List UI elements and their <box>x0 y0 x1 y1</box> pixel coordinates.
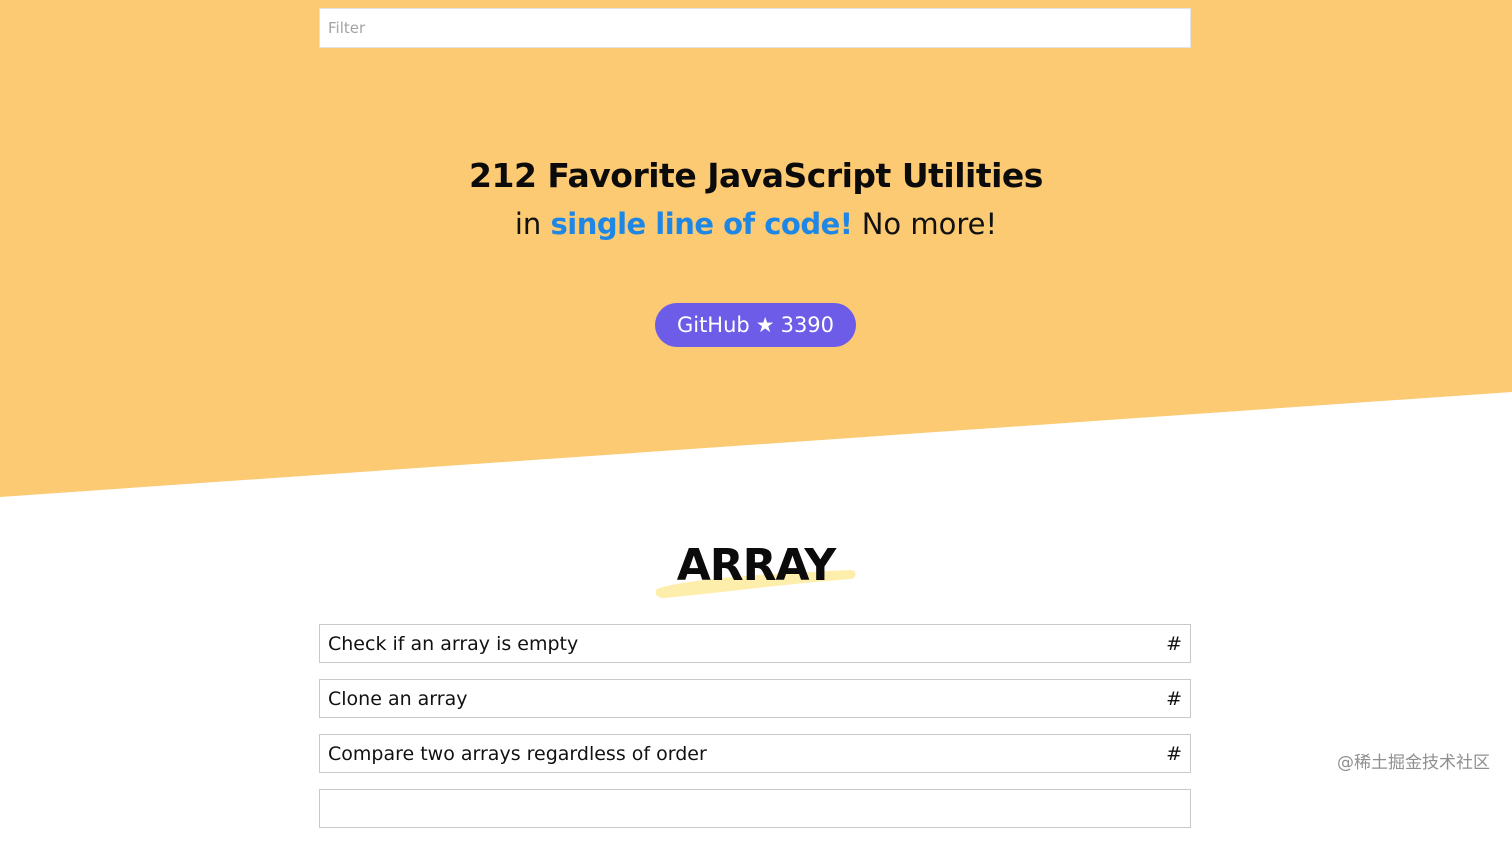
subtitle-highlight: single line of code! <box>550 207 854 241</box>
list-item[interactable]: Compare two arrays regardless of order # <box>319 734 1191 773</box>
filter-input[interactable] <box>319 8 1191 48</box>
github-star-button[interactable]: GitHub ★ 3390 <box>655 303 856 347</box>
star-count: 3390 <box>780 313 835 337</box>
page-title: 212 Favorite JavaScript Utilities <box>469 156 1043 195</box>
subtitle-suffix: No more! <box>852 207 998 241</box>
anchor-link[interactable]: # <box>1166 743 1182 765</box>
subtitle-prefix: in <box>514 207 551 241</box>
list-item-title: Check if an array is empty <box>328 632 579 655</box>
hero-subtitle: in single line of code! No more! <box>0 203 1512 245</box>
utility-list: Check if an array is empty # Clone an ar… <box>319 624 1191 844</box>
list-item[interactable] <box>319 789 1191 828</box>
page-content: 212 Favorite JavaScript Utilities in sin… <box>0 0 1512 828</box>
list-item[interactable]: Check if an array is empty # <box>319 624 1191 663</box>
watermark: @稀土掘金技术社区 <box>1337 753 1490 773</box>
star-icon: ★ <box>755 313 775 337</box>
list-item[interactable]: Clone an array # <box>319 679 1191 718</box>
anchor-link[interactable]: # <box>1166 633 1182 655</box>
anchor-link[interactable]: # <box>1166 688 1182 710</box>
section-title: ARRAY <box>676 540 837 591</box>
list-item-title: Compare two arrays regardless of order <box>328 742 707 765</box>
github-label: GitHub <box>676 313 750 337</box>
list-item-title: Clone an array <box>328 687 468 710</box>
